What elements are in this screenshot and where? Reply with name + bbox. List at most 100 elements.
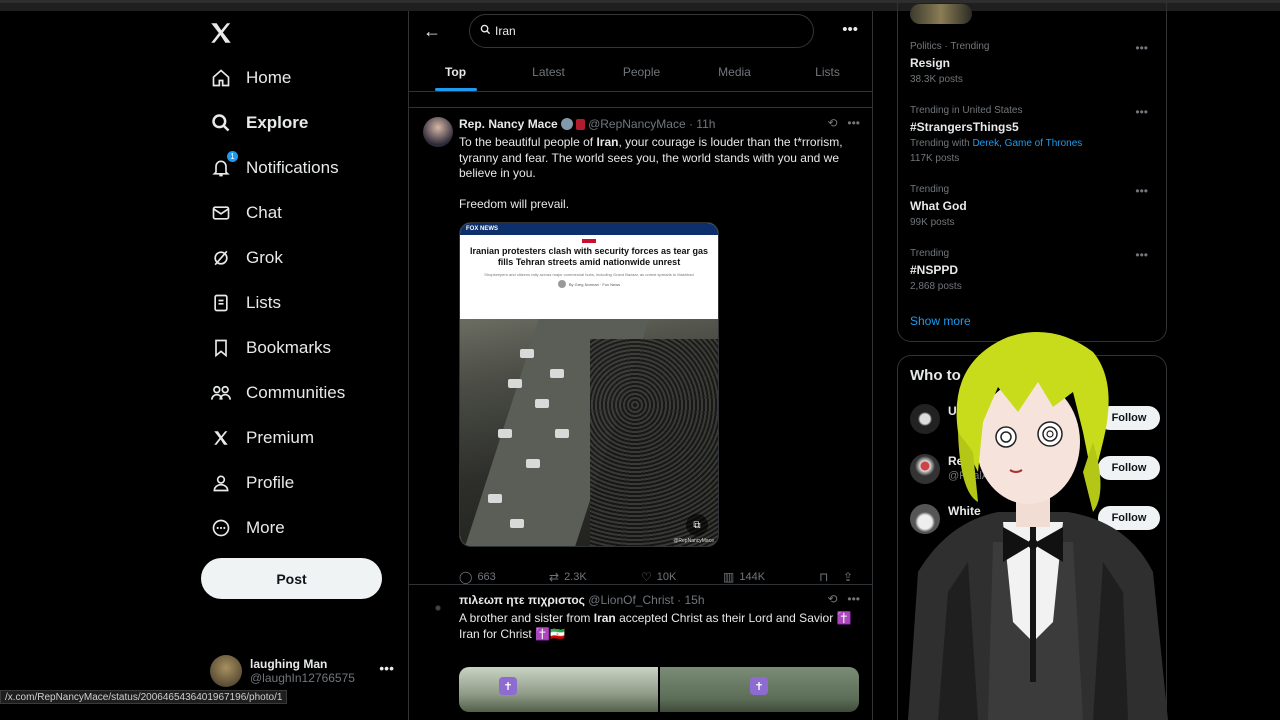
- trend-item[interactable]: Politics · Trending Resign 38.3K posts •…: [910, 41, 1160, 85]
- news-logo: FOX NEWS: [460, 223, 718, 235]
- primary-nav: Home Explore 1 Notifications Chat Grok L…: [200, 55, 400, 550]
- like-button[interactable]: ♡ 10K: [641, 570, 723, 584]
- nav-communities[interactable]: Communities: [200, 370, 400, 415]
- tab-latest[interactable]: Latest: [502, 56, 595, 91]
- search-results-column: ← Iran ••• Top Latest People Media Lists…: [408, 11, 873, 720]
- nav-label: Premium: [246, 427, 315, 447]
- more-dots-icon[interactable]: •••: [847, 592, 860, 606]
- handle[interactable]: @LionOf_Christ: [588, 593, 674, 607]
- follow-suggestion[interactable]: Rea @RealA Follow: [910, 452, 1160, 486]
- account-handle: @laughIn12766575: [250, 671, 355, 685]
- image-watermark: @RepNancyMace: [673, 538, 714, 544]
- avatar[interactable]: [423, 117, 453, 147]
- tweet-header: Rep. Nancy Mace @RepNancyMace · 11h: [459, 117, 716, 131]
- more-dots-icon[interactable]: •••: [1135, 41, 1148, 55]
- more-dots-icon[interactable]: •••: [379, 660, 394, 676]
- cross-icon: ✝: [499, 677, 517, 695]
- more-dots-icon[interactable]: •••: [842, 21, 858, 38]
- tab-top[interactable]: Top: [409, 56, 502, 91]
- more-circle-icon: [210, 517, 232, 539]
- views-button[interactable]: ▥ 144K: [723, 570, 819, 584]
- trend-name: Resign: [910, 56, 951, 70]
- more-dots-icon[interactable]: •••: [847, 116, 860, 130]
- follow-suggestion[interactable]: U Follow: [910, 402, 1160, 436]
- follow-suggestion[interactable]: White Follow: [910, 502, 1160, 536]
- follow-button[interactable]: Follow: [1098, 456, 1160, 480]
- trend-item[interactable]: Trending in United States #StrangersThin…: [910, 105, 1160, 164]
- trend-item[interactable]: Trending #NSPPD 2,868 posts •••: [910, 248, 1160, 292]
- display-name[interactable]: πιλεωπ ητε πιχριστος: [459, 593, 585, 607]
- tweet-header: πιλεωπ ητε πιχριστος @LionOf_Christ · 15…: [459, 593, 705, 607]
- avatar[interactable]: [910, 454, 940, 484]
- tab-media[interactable]: Media: [688, 56, 781, 91]
- follow-button[interactable]: Follow: [1098, 506, 1160, 530]
- handle[interactable]: @RepNancyMace: [588, 117, 686, 131]
- user-name: White: [948, 504, 981, 518]
- tweet-image[interactable]: FOX NEWS Iranian protesters clash with s…: [459, 222, 719, 547]
- more-dots-icon[interactable]: •••: [1135, 248, 1148, 262]
- mail-icon: [210, 202, 232, 224]
- nav-profile[interactable]: Profile: [200, 460, 400, 505]
- nav-lists[interactable]: Lists: [200, 280, 400, 325]
- avatar[interactable]: [910, 404, 940, 434]
- timestamp[interactable]: 15h: [684, 593, 704, 607]
- nav-premium[interactable]: Premium: [200, 415, 400, 460]
- nav-notifications[interactable]: 1 Notifications: [200, 145, 400, 190]
- like-count: 10K: [656, 571, 677, 583]
- list-icon: [210, 292, 232, 314]
- timestamp[interactable]: 11h: [696, 117, 715, 131]
- nav-more[interactable]: More: [200, 505, 400, 550]
- people-icon: [210, 382, 232, 404]
- nav-grok[interactable]: Grok: [200, 235, 400, 280]
- trend-thumbnail[interactable]: [910, 4, 972, 24]
- person-icon: [210, 472, 232, 494]
- trend-count: 38.3K posts: [910, 74, 963, 85]
- x-logo-icon: [210, 427, 232, 449]
- nav-explore[interactable]: Explore: [200, 100, 400, 145]
- more-dots-icon[interactable]: •••: [1135, 105, 1148, 119]
- share-button[interactable]: ⇪: [843, 570, 858, 584]
- trend-name: #NSPPD: [910, 263, 959, 277]
- nav-home[interactable]: Home: [200, 55, 400, 100]
- more-dots-icon[interactable]: •••: [1135, 184, 1148, 198]
- text-highlight: Iran: [596, 135, 619, 149]
- account-switcher[interactable]: laughing Man @laughIn12766575 •••: [210, 652, 400, 690]
- bookmark-button[interactable]: ⊓: [819, 570, 843, 584]
- nav-label: Profile: [246, 472, 295, 492]
- text-segment: To the beautiful people of: [459, 135, 597, 149]
- text-segment: accepted Christ as their Lord and Savior…: [615, 611, 852, 625]
- reply-button[interactable]: ◯ 663: [459, 570, 549, 584]
- trend-related-links[interactable]: Derek, Game of Thrones: [972, 138, 1082, 149]
- avatar[interactable]: [910, 504, 940, 534]
- trend-item[interactable]: Trending What God 99K posts •••: [910, 184, 1160, 228]
- nav-label: More: [246, 517, 285, 537]
- bookmark-icon: ⊓: [819, 570, 829, 584]
- image-alt-icon[interactable]: ⧉: [686, 514, 708, 536]
- tweet-image-grid[interactable]: ✝ ✝: [459, 667, 859, 712]
- bell-icon: 1: [210, 150, 238, 179]
- grok-icon[interactable]: ⟲: [827, 116, 837, 130]
- tweet-text: A brother and sister from Iran accepted …: [459, 611, 854, 642]
- nav-label: Grok: [246, 247, 283, 267]
- post-button[interactable]: Post: [201, 558, 382, 599]
- tweet-image[interactable]: ✝: [660, 667, 859, 712]
- search-input[interactable]: Iran: [469, 14, 814, 48]
- trends-panel: Politics · Trending Resign 38.3K posts •…: [897, 0, 1167, 342]
- reply-count: 663: [477, 571, 496, 583]
- nav-bookmarks[interactable]: Bookmarks: [200, 325, 400, 370]
- tweet-image[interactable]: ✝: [459, 667, 658, 712]
- trend-context: Trending: [910, 184, 950, 195]
- back-arrow-icon[interactable]: ←: [423, 21, 441, 42]
- grok-icon[interactable]: ⟲: [827, 592, 837, 606]
- tab-lists[interactable]: Lists: [781, 56, 872, 91]
- tab-people[interactable]: People: [595, 56, 688, 91]
- show-more-link[interactable]: Show more: [910, 314, 971, 328]
- avatar[interactable]: [423, 593, 453, 623]
- follow-button[interactable]: Follow: [1098, 406, 1160, 430]
- repost-button[interactable]: ⇄ 2.3K: [549, 570, 641, 584]
- x-logo-icon[interactable]: [208, 20, 236, 48]
- tweet[interactable]: Rep. Nancy Mace @RepNancyMace · 11h ⟲ ••…: [409, 109, 872, 584]
- display-name[interactable]: Rep. Nancy Mace: [459, 117, 558, 131]
- nav-chat[interactable]: Chat: [200, 190, 400, 235]
- tweet[interactable]: πιλεωπ ητε πιχριστος @LionOf_Christ · 15…: [409, 585, 872, 720]
